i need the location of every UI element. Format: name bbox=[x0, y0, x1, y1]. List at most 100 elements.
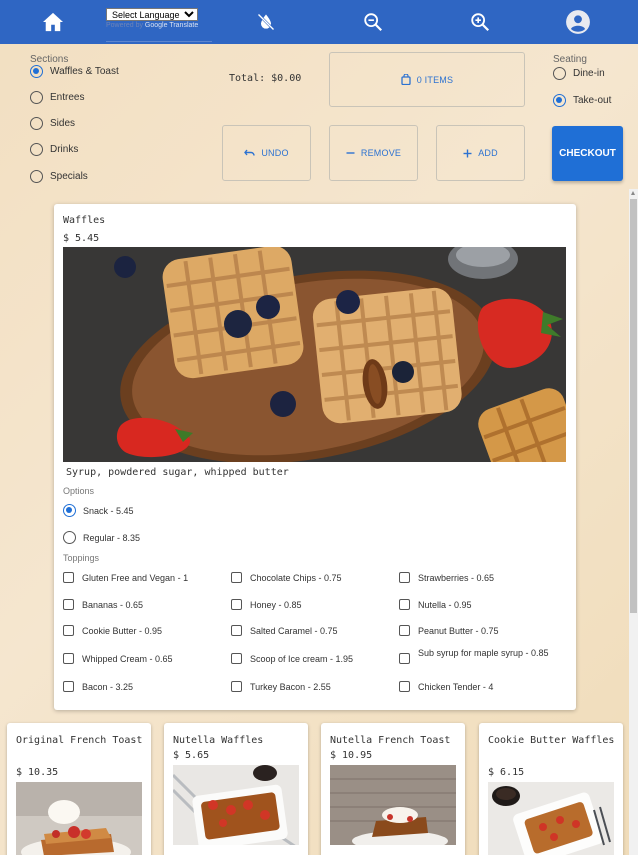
checkbox[interactable] bbox=[63, 681, 74, 692]
topping-honey[interactable]: Honey - 0.85 bbox=[231, 599, 302, 611]
menu-card-price: $ 10.35 bbox=[16, 767, 59, 778]
home-button[interactable] bbox=[31, 0, 75, 44]
section-label: Sides bbox=[50, 118, 76, 129]
menu-card-original-french-toast[interactable]: Original French Toast $ 10.35 bbox=[7, 723, 151, 855]
topping-label: Cookie Butter - 0.95 bbox=[82, 626, 163, 636]
topping-nutella[interactable]: Nutella - 0.95 bbox=[399, 599, 472, 611]
seating-dine-in[interactable]: Dine-in bbox=[553, 67, 605, 80]
sections-label: Sections bbox=[30, 54, 69, 65]
radio-unselected[interactable] bbox=[30, 143, 43, 156]
scrollbar-thumb[interactable] bbox=[630, 199, 637, 613]
option-snack[interactable]: Snack - 5.45 bbox=[63, 504, 134, 517]
checkbox[interactable] bbox=[231, 653, 242, 664]
topping-scoop-ice-cream[interactable]: Scoop of Ice cream - 1.95 bbox=[231, 653, 353, 665]
checkbox[interactable] bbox=[63, 599, 74, 610]
menu-card-title: Cookie Butter Waffles bbox=[488, 735, 615, 746]
topping-label: Scoop of Ice cream - 1.95 bbox=[250, 654, 354, 664]
option-label: Snack - 5.45 bbox=[83, 505, 134, 516]
cookie-butter-waffles-photo bbox=[488, 782, 614, 855]
radio-selected[interactable] bbox=[553, 94, 566, 107]
topping-label: Chicken Tender - 4 bbox=[418, 682, 494, 692]
remove-label: REMOVE bbox=[360, 148, 402, 158]
menu-card-cookie-butter-waffles[interactable]: Cookie Butter Waffles $ 6.15 bbox=[479, 723, 623, 855]
checkbox[interactable] bbox=[399, 572, 410, 583]
seating-option-label: Take-out bbox=[573, 95, 612, 106]
topping-salted-caramel[interactable]: Salted Caramel - 0.75 bbox=[231, 625, 338, 637]
powered-by-text: Powered by bbox=[106, 22, 143, 29]
checkbox[interactable] bbox=[63, 653, 74, 664]
plus-icon bbox=[463, 149, 472, 158]
checkbox[interactable] bbox=[399, 625, 410, 636]
account-button[interactable] bbox=[556, 0, 600, 44]
checkbox[interactable] bbox=[231, 681, 242, 692]
topping-bacon[interactable]: Bacon - 3.25 bbox=[63, 681, 133, 693]
scroll-up-arrow[interactable] bbox=[631, 191, 635, 195]
topping-bananas[interactable]: Bananas - 0.65 bbox=[63, 599, 143, 611]
topping-label: Gluten Free and Vegan - 1 bbox=[82, 573, 189, 583]
contrast-toggle-button[interactable] bbox=[244, 0, 288, 44]
checkbox[interactable] bbox=[231, 572, 242, 583]
radio-unselected[interactable] bbox=[30, 91, 43, 104]
remove-button[interactable]: REMOVE bbox=[329, 125, 418, 181]
seating-take-out[interactable]: Take-out bbox=[553, 94, 611, 107]
checkbox[interactable] bbox=[399, 653, 410, 664]
zoom-out-icon bbox=[364, 13, 383, 32]
topping-strawberries[interactable]: Strawberries - 0.65 bbox=[399, 572, 494, 584]
invert-colors-off-icon bbox=[257, 13, 275, 31]
zoom-in-icon bbox=[471, 13, 490, 32]
topping-chicken-tender[interactable]: Chicken Tender - 4 bbox=[399, 681, 493, 693]
topping-cookie-butter[interactable]: Cookie Butter - 0.95 bbox=[63, 625, 162, 637]
radio-unselected[interactable] bbox=[30, 170, 43, 183]
radio-selected[interactable] bbox=[63, 504, 76, 517]
radio-unselected[interactable] bbox=[553, 67, 566, 80]
checkbox[interactable] bbox=[63, 625, 74, 636]
section-sides[interactable]: Sides bbox=[30, 117, 75, 130]
section-specials[interactable]: Specials bbox=[30, 170, 88, 183]
section-label: Drinks bbox=[50, 144, 79, 155]
topping-label: Salted Caramel - 0.75 bbox=[250, 626, 338, 636]
add-label: ADD bbox=[478, 148, 498, 158]
radio-unselected[interactable] bbox=[30, 117, 43, 130]
section-entrees[interactable]: Entrees bbox=[30, 91, 84, 104]
topping-turkey-bacon[interactable]: Turkey Bacon - 2.55 bbox=[231, 681, 331, 693]
language-select[interactable]: Select Language bbox=[106, 8, 198, 21]
menu-card-price: $ 10.95 bbox=[330, 750, 373, 761]
radio-unselected[interactable] bbox=[63, 531, 76, 544]
menu-card-price: $ 5.65 bbox=[173, 750, 210, 761]
checkbox[interactable] bbox=[399, 681, 410, 692]
page-scrollbar[interactable] bbox=[629, 189, 638, 855]
checkbox[interactable] bbox=[231, 599, 242, 610]
topping-whipped-cream[interactable]: Whipped Cream - 0.65 bbox=[63, 653, 173, 665]
zoom-in-button[interactable] bbox=[458, 0, 502, 44]
topping-label: Nutella - 0.95 bbox=[418, 600, 472, 610]
topping-sub-maple-syrup[interactable]: Sub syrup for maple syrup - 0.85 bbox=[399, 646, 549, 664]
add-button[interactable]: ADD bbox=[436, 125, 525, 181]
option-regular[interactable]: Regular - 8.35 bbox=[63, 531, 140, 544]
nutella-french-toast-photo bbox=[330, 765, 456, 845]
radio-selected[interactable] bbox=[30, 65, 43, 78]
checkbox[interactable] bbox=[231, 625, 242, 636]
item-detail-card: Waffles $ 5.45 Syrup, powdered sugar, wh… bbox=[54, 204, 576, 710]
undo-button[interactable]: UNDO bbox=[222, 125, 311, 181]
seating-label: Seating bbox=[553, 54, 587, 65]
top-app-bar: Select Language Powered by Google Transl… bbox=[0, 0, 638, 44]
item-price: $ 5.45 bbox=[63, 233, 100, 244]
topping-label: Honey - 0.85 bbox=[250, 600, 302, 610]
section-waffles-toast[interactable]: Waffles & Toast bbox=[30, 65, 119, 78]
section-drinks[interactable]: Drinks bbox=[30, 143, 78, 156]
menu-card-title: Nutella Waffles bbox=[173, 735, 264, 746]
cart-items-button[interactable]: 0 ITEMS bbox=[329, 52, 525, 107]
account-circle-icon bbox=[566, 10, 590, 34]
checkbox[interactable] bbox=[399, 599, 410, 610]
menu-card-nutella-waffles[interactable]: Nutella Waffles $ 5.65 bbox=[164, 723, 308, 855]
topping-peanut-butter[interactable]: Peanut Butter - 0.75 bbox=[399, 625, 499, 637]
topping-gluten-free-vegan[interactable]: Gluten Free and Vegan - 1 bbox=[63, 572, 188, 584]
topping-chocolate-chips[interactable]: Chocolate Chips - 0.75 bbox=[231, 572, 342, 584]
checkbox[interactable] bbox=[63, 572, 74, 583]
nutella-waffles-photo bbox=[173, 765, 299, 845]
checkout-button[interactable]: CHECKOUT bbox=[552, 126, 623, 181]
topping-label: Bananas - 0.65 bbox=[82, 600, 144, 610]
menu-card-nutella-french-toast[interactable]: Nutella French Toast $ 10.95 bbox=[321, 723, 465, 855]
item-description: Syrup, powdered sugar, whipped butter bbox=[66, 467, 289, 478]
zoom-out-button[interactable] bbox=[351, 0, 395, 44]
